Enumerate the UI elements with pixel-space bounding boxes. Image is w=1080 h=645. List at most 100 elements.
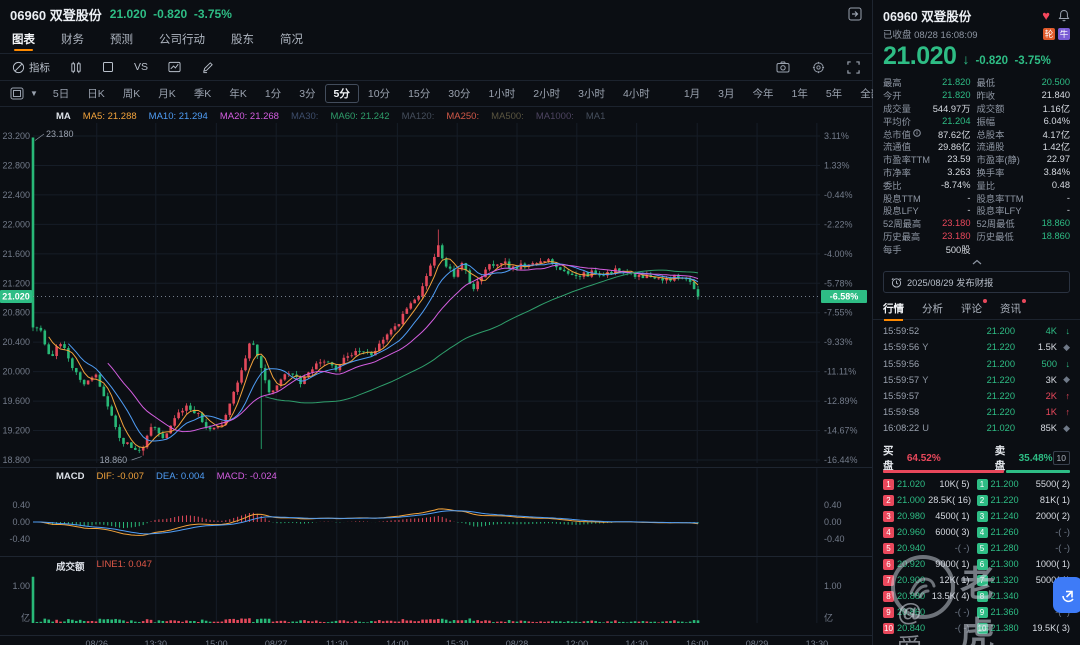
bid-level[interactable]: 3 20.980 4500( 1) <box>883 510 977 522</box>
period-日K[interactable]: 日K <box>78 84 114 103</box>
badge-牛[interactable]: 牛 <box>1058 28 1070 40</box>
vs-label: VS <box>134 61 149 73</box>
earnings-calendar-row[interactable]: 2025/08/29 发布财报 <box>883 271 1070 294</box>
candlestick-chart[interactable]: 23.200 3.11% 22.800 1.33% 22.400 -0.44% 22.000… <box>0 107 872 467</box>
quote-tab-分析[interactable]: 分析 <box>922 300 943 316</box>
period-10分[interactable]: 10分 <box>359 84 399 103</box>
period-2小时[interactable]: 2小时 <box>524 84 569 103</box>
period-15分[interactable]: 15分 <box>399 84 439 103</box>
svg-text:0.00: 0.00 <box>824 517 842 527</box>
ask-level[interactable]: 5 21.280 -( -) <box>976 542 1070 554</box>
time-axis: 08/26 13:30 15:00 08/27 11:30 14:00 15:30 08/28… <box>0 635 872 645</box>
ma-legend-item: MA1 <box>585 111 606 122</box>
alert-bell-icon[interactable] <box>1058 9 1070 22</box>
bid-level[interactable]: 2 21.000 28.5K( 16) <box>883 494 977 506</box>
period-1分[interactable]: 1分 <box>256 84 290 103</box>
tab-corp-actions[interactable]: 公司行动 <box>159 28 205 47</box>
svg-text:-2.22%: -2.22% <box>824 219 853 229</box>
bid-level[interactable]: 6 20.920 9000( 1) <box>883 558 977 570</box>
svg-text:20.800: 20.800 <box>2 308 30 318</box>
svg-text:20.400: 20.400 <box>2 337 30 347</box>
badge-轮[interactable]: 轮 <box>1043 28 1055 40</box>
period-5分[interactable]: 5分 <box>324 84 359 103</box>
quote-tab-资讯[interactable]: 资讯 <box>1000 299 1026 316</box>
period-30分[interactable]: 30分 <box>439 84 479 103</box>
ask-level[interactable]: 4 21.260 -( -) <box>976 526 1070 538</box>
level-number: 1 <box>883 478 894 490</box>
level-price: 21.300 <box>990 559 1019 570</box>
ma-legend-item: MA5: 21.288 <box>82 111 137 122</box>
level-price: 21.360 <box>990 607 1019 618</box>
tab-profile[interactable]: 简况 <box>280 28 303 47</box>
period-grid-icon <box>10 87 24 100</box>
bid-level[interactable]: 9 20.860 -( -) <box>883 606 977 618</box>
period-1月[interactable]: 1月 <box>675 84 709 103</box>
period-3小时[interactable]: 3小时 <box>569 84 614 103</box>
bid-level[interactable]: 8 20.880 13.5K( 4) <box>883 590 977 602</box>
depth-header: 买盘 64.52% 卖盘 35.48% 10 <box>873 445 1080 472</box>
svg-text:-6.58%: -6.58% <box>830 292 859 302</box>
period-年K[interactable]: 年K <box>220 84 256 103</box>
ask-level[interactable]: 10 21.380 19.5K( 3) <box>976 622 1070 634</box>
tab-chart[interactable]: 图表 <box>12 28 35 51</box>
quote-tab-评论[interactable]: 评论 <box>961 299 987 316</box>
tape-price: 21.220 <box>986 374 1015 385</box>
draw-pen-icon <box>203 61 213 73</box>
svg-text:22.000: 22.000 <box>2 219 30 229</box>
share-button[interactable] <box>1053 577 1080 613</box>
chart-style-button[interactable] <box>168 61 181 73</box>
level-number: 6 <box>976 558 988 570</box>
info-icon[interactable] <box>913 128 921 139</box>
bid-level[interactable]: 4 20.960 6000( 3) <box>883 526 977 538</box>
tab-financials[interactable]: 财务 <box>61 28 84 47</box>
period-周K[interactable]: 周K <box>114 84 150 103</box>
time-axis-label: 12:00 <box>565 639 589 645</box>
svg-text:21.200: 21.200 <box>2 278 30 288</box>
price-change: -0.820 -3.75% <box>975 55 1051 67</box>
period-dropdown-button[interactable]: ▼ <box>10 87 38 100</box>
bid-level[interactable]: 5 20.940 -( -) <box>883 542 977 554</box>
compare-candles-button[interactable] <box>70 61 82 74</box>
fullscreen-icon[interactable] <box>847 60 860 74</box>
period-季K[interactable]: 季K <box>185 84 221 103</box>
bid-level[interactable]: 10 20.840 -( -) <box>883 622 977 634</box>
ask-level[interactable]: 2 21.220 81K( 1) <box>976 494 1070 506</box>
period-3月[interactable]: 3月 <box>709 84 743 103</box>
level-price: 21.380 <box>990 623 1019 634</box>
price-down-arrow-icon: ↓ <box>962 51 970 67</box>
collapse-panel-icon[interactable] <box>848 7 862 21</box>
time-axis-label: 08/26 <box>85 639 108 645</box>
ask-level[interactable]: 6 21.300 1000( 1) <box>976 558 1070 570</box>
draw-tools-button[interactable] <box>201 61 214 74</box>
ask-level[interactable]: 3 21.240 2000( 2) <box>976 510 1070 522</box>
stock-code: 06960 <box>10 7 47 23</box>
svg-text:-12.89%: -12.89% <box>824 396 858 406</box>
period-月K[interactable]: 月K <box>149 84 185 103</box>
chart-settings-gear-icon[interactable] <box>812 61 825 74</box>
period-1小时[interactable]: 1小时 <box>479 84 524 103</box>
depth-levels-button[interactable]: 10 <box>1052 451 1070 466</box>
collapse-stats-button[interactable] <box>873 255 1080 268</box>
favorite-heart-icon[interactable]: ♥ <box>1042 8 1050 23</box>
tab-forecast[interactable]: 预测 <box>110 28 133 47</box>
period-1年[interactable]: 1年 <box>783 84 817 103</box>
period-5日[interactable]: 5日 <box>44 84 78 103</box>
tab-holders[interactable]: 股东 <box>231 28 254 47</box>
bid-level[interactable]: 7 20.900 12K( 1) <box>883 574 977 586</box>
tape-row: 15:59:56 21.200 500 ↓ <box>873 356 1080 372</box>
period-4小时[interactable]: 4小时 <box>614 84 659 103</box>
chart-toolbar: 指标 VS <box>0 54 872 81</box>
period-5年[interactable]: 5年 <box>817 84 851 103</box>
bid-level[interactable]: 1 21.020 10K( 5) <box>883 478 977 490</box>
compare-candles-icon <box>71 61 81 73</box>
indicator-button[interactable]: 指标 <box>12 60 50 75</box>
snapshot-camera-icon[interactable] <box>776 61 790 73</box>
indicator-label: 指标 <box>29 61 50 74</box>
period-3分[interactable]: 3分 <box>290 84 324 103</box>
quote-tab-行情[interactable]: 行情 <box>883 300 904 322</box>
period-今年[interactable]: 今年 <box>744 84 783 103</box>
ask-level[interactable]: 1 21.200 5500( 2) <box>976 478 1070 490</box>
vs-compare-button[interactable]: VS <box>134 61 148 73</box>
rectangle-tool-button[interactable] <box>102 61 114 73</box>
level-price: 20.860 <box>897 607 926 618</box>
